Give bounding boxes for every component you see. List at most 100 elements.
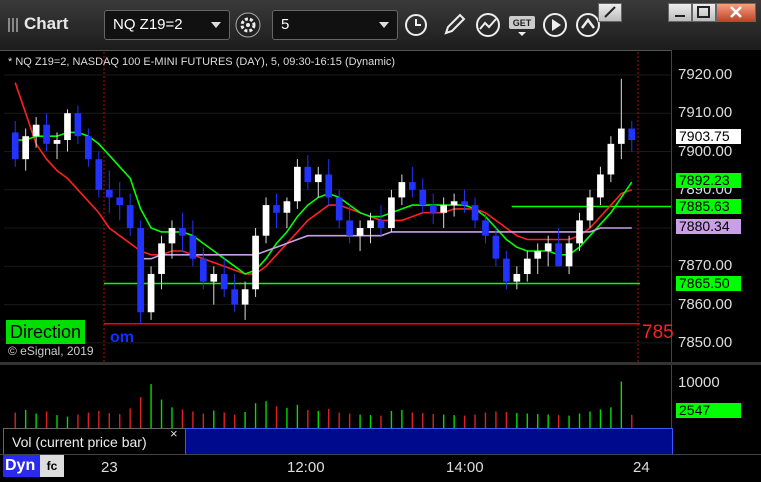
candle-body xyxy=(210,273,218,282)
price-tick: 7860.00 xyxy=(678,295,733,313)
window-title: Chart xyxy=(24,14,69,33)
candle-body xyxy=(158,243,165,274)
candle-body xyxy=(576,220,583,244)
candle-body xyxy=(241,289,249,305)
play-icon[interactable] xyxy=(541,11,569,39)
candle-body xyxy=(273,205,280,213)
direction-tail: om xyxy=(110,329,134,346)
candle-body xyxy=(262,205,270,236)
svg-text:GET: GET xyxy=(513,18,532,28)
restore-button[interactable] xyxy=(692,3,716,22)
candle-body xyxy=(607,143,615,175)
minimize-icon xyxy=(675,15,685,17)
candle-body xyxy=(555,243,562,267)
pencil-icon[interactable] xyxy=(440,11,468,39)
candle-body xyxy=(617,128,625,144)
candle-body xyxy=(231,289,239,305)
candle-body xyxy=(398,182,406,198)
volume-label: Vol (current price bar) xyxy=(3,428,187,456)
dynamic-button[interactable]: Dyn xyxy=(3,455,41,477)
candle-body xyxy=(179,228,186,236)
candle-body xyxy=(74,113,82,137)
price-tick: 7910.00 xyxy=(678,104,733,122)
candle-body xyxy=(523,258,531,274)
chart-study-icon[interactable] xyxy=(474,11,502,39)
candle-body xyxy=(116,197,124,206)
price-tick: 7900.00 xyxy=(678,142,733,160)
price-tick: 7920.00 xyxy=(678,65,733,83)
copyright: © eSignal, 2019 xyxy=(8,344,94,358)
price-tag: 7880.34 xyxy=(676,218,741,234)
price-tag: 7865.50 xyxy=(676,275,741,291)
volume-close-button[interactable]: × xyxy=(170,426,178,441)
candle-body xyxy=(356,228,364,236)
get-data-icon[interactable]: GET xyxy=(508,11,536,39)
panel-divider[interactable] xyxy=(0,362,761,365)
candle-body xyxy=(408,182,416,190)
candle-body xyxy=(450,201,458,206)
toolbar: Chart NQ Z19=2 5 GET xyxy=(0,0,761,51)
candle-body xyxy=(43,124,50,144)
candle-body xyxy=(126,205,134,229)
candle-body xyxy=(95,159,103,190)
candle-body xyxy=(628,128,636,141)
interval-field[interactable]: 5 xyxy=(272,10,398,40)
candle-body xyxy=(429,205,437,213)
candle-body xyxy=(294,166,301,202)
candle-body xyxy=(565,243,573,267)
candle-body xyxy=(137,228,144,313)
app-title: Chart xyxy=(8,14,68,34)
volume-title-bar xyxy=(185,428,673,456)
candle-body xyxy=(335,197,343,221)
candle-body xyxy=(471,205,479,221)
candle-body xyxy=(419,189,427,206)
interval-value: 5 xyxy=(281,16,290,33)
candle-body xyxy=(440,205,448,213)
time-tick: 23 xyxy=(101,459,118,476)
candle-body xyxy=(304,166,312,183)
price-tick: 7850.00 xyxy=(678,333,733,351)
price-tag: 7885.63 xyxy=(676,198,741,214)
close-button[interactable] xyxy=(716,3,756,22)
candle-body xyxy=(314,174,322,183)
candle-body xyxy=(85,136,92,160)
candle-body xyxy=(53,140,61,144)
candle-body xyxy=(597,174,604,198)
candle-body xyxy=(22,136,30,160)
volume-last-tag: 2547 xyxy=(676,403,741,418)
candle-body xyxy=(586,197,594,221)
candle-body xyxy=(105,189,113,198)
candle-body xyxy=(11,132,19,160)
price-tag: 7903.75 xyxy=(676,129,741,145)
time-tick: 24 xyxy=(633,459,650,476)
candle-body xyxy=(492,235,500,259)
candle-body xyxy=(325,174,333,198)
fc-button[interactable]: fc xyxy=(40,455,64,477)
direction-label: Direction xyxy=(6,320,86,344)
time-tick: 12:00 xyxy=(287,459,325,476)
chevron-down-icon[interactable] xyxy=(379,22,389,28)
pin-button[interactable] xyxy=(598,3,622,22)
symbol-field[interactable]: NQ Z19=2 xyxy=(104,10,230,40)
volume-tick: 10000 xyxy=(678,374,720,391)
candle-body xyxy=(461,201,468,206)
restore-icon xyxy=(697,6,710,18)
candle-body xyxy=(513,273,521,282)
minimize-button[interactable] xyxy=(668,3,692,22)
settings-icon[interactable] xyxy=(234,11,262,39)
candle-body xyxy=(220,273,228,290)
price-plot[interactable] xyxy=(4,52,671,362)
grip-icon[interactable] xyxy=(8,17,18,32)
price-tag: 7892.23 xyxy=(676,173,741,189)
candle-body xyxy=(64,113,71,141)
candle-body xyxy=(482,220,489,236)
chart-info: * NQ Z19=2, NASDAQ 100 E-MINI FUTURES (D… xyxy=(8,56,396,68)
clock-icon[interactable] xyxy=(402,11,430,39)
time-tick: 14:00 xyxy=(446,459,484,476)
candle-body xyxy=(544,243,552,252)
volume-plot[interactable] xyxy=(4,366,671,428)
price-tick: 7870.00 xyxy=(678,257,733,275)
chevron-down-icon[interactable] xyxy=(211,22,221,28)
candle-body xyxy=(252,235,259,290)
candle-body xyxy=(377,220,385,229)
